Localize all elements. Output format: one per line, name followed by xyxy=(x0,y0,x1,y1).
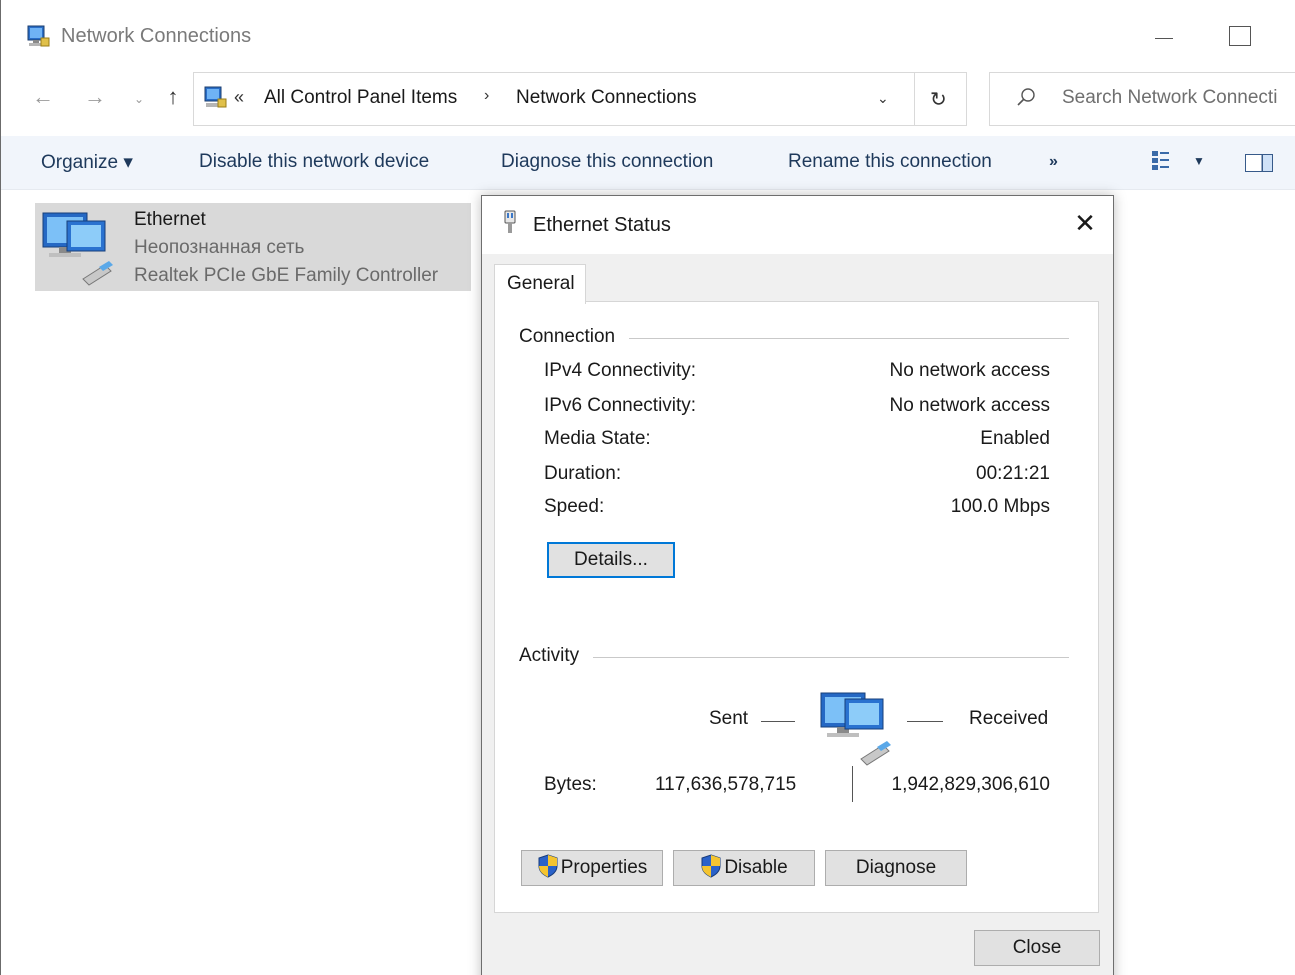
media-state-label: Media State: xyxy=(544,428,651,449)
address-divider xyxy=(914,73,915,125)
title-bar: Network Connections xyxy=(1,0,1295,70)
adapter-item-ethernet[interactable]: Ethernet Неопознанная сеть Realtek PCIe … xyxy=(35,203,471,291)
breadcrumb-control-panel[interactable]: All Control Panel Items xyxy=(264,87,457,109)
connection-heading: Connection xyxy=(519,326,630,348)
network-activity-icon xyxy=(820,692,891,766)
search-icon xyxy=(1017,88,1035,106)
dialog-title: Ethernet Status xyxy=(533,214,671,236)
address-dropdown-icon[interactable]: ⌄ xyxy=(877,90,889,107)
adapter-name: Ethernet xyxy=(134,209,206,230)
breadcrumb-overflow-icon[interactable]: « xyxy=(234,87,244,108)
details-button[interactable]: Details... xyxy=(547,542,675,578)
bytes-label: Bytes: xyxy=(544,774,597,795)
properties-button[interactable]: Properties xyxy=(521,850,663,886)
media-state-value: Enabled xyxy=(980,428,1050,449)
speed-label: Speed: xyxy=(544,496,605,517)
duration-value: 00:21:21 xyxy=(976,463,1050,484)
properties-button-label: Properties xyxy=(560,857,648,878)
ipv4-label: IPv4 Connectivity: xyxy=(544,360,697,381)
forward-arrow-icon[interactable]: → xyxy=(81,84,109,110)
preview-pane-icon[interactable] xyxy=(1245,154,1273,172)
dialog-title-bar: Ethernet Status ✕ xyxy=(482,196,1113,254)
refresh-icon[interactable]: ↻ xyxy=(930,87,947,112)
rename-connection-button[interactable]: Rename this connection xyxy=(788,151,992,173)
sent-label: Sent xyxy=(709,708,749,729)
recent-locations-chevron-icon[interactable]: ⌄ xyxy=(125,92,153,106)
up-arrow-icon[interactable]: ↑ xyxy=(159,84,187,110)
network-adapter-icon xyxy=(42,212,113,286)
breadcrumb-network-connections[interactable]: Network Connections xyxy=(516,87,697,109)
disable-button[interactable]: Disable xyxy=(673,850,815,886)
maximize-button[interactable] xyxy=(1229,26,1251,46)
control-panel-icon xyxy=(204,86,227,108)
bytes-received-value: 1,942,829,306,610 xyxy=(891,774,1051,795)
search-box[interactable]: Search Network Connecti xyxy=(989,72,1295,126)
minimize-button[interactable] xyxy=(1151,22,1179,50)
received-line xyxy=(907,721,943,722)
view-options-dropdown-icon[interactable]: ▼ xyxy=(1193,154,1205,168)
adapter-device-name: Realtek PCIe GbE Family Controller xyxy=(134,265,439,286)
command-bar: Organize ▾ Disable this network device D… xyxy=(1,136,1295,190)
general-tab-panel: Connection IPv4 Connectivity: No network… xyxy=(494,301,1099,913)
ipv6-label: IPv6 Connectivity: xyxy=(544,395,697,416)
window-title: Network Connections xyxy=(61,25,252,47)
ethernet-plug-icon xyxy=(504,210,516,233)
tab-general[interactable]: General xyxy=(494,264,586,304)
adapter-network-status: Неопознанная сеть xyxy=(134,237,305,258)
network-connections-icon xyxy=(27,25,50,47)
ipv4-value: No network access xyxy=(889,360,1050,381)
ethernet-status-dialog: Ethernet Status ✕ General Connection IPv… xyxy=(481,195,1114,975)
tab-general-label: General xyxy=(507,273,575,294)
close-icon[interactable]: ✕ xyxy=(1070,208,1100,239)
bytes-sent-value: 117,636,578,715 xyxy=(655,774,797,795)
diagnose-button[interactable]: Diagnose xyxy=(825,850,967,886)
disable-button-label: Disable xyxy=(724,857,788,878)
more-commands-icon[interactable]: » xyxy=(1049,153,1058,171)
close-button[interactable]: Close xyxy=(974,930,1100,966)
speed-value: 100.0 Mbps xyxy=(950,496,1050,517)
search-input[interactable]: Search Network Connecti xyxy=(1062,87,1294,109)
organize-menu[interactable]: Organize ▾ xyxy=(41,151,133,174)
breadcrumb-separator-icon[interactable]: › xyxy=(484,87,489,105)
address-bar[interactable]: « All Control Panel Items › Network Conn… xyxy=(193,72,967,126)
activity-group-line xyxy=(519,657,1069,658)
back-arrow-icon[interactable]: ← xyxy=(29,84,57,110)
received-label: Received xyxy=(969,708,1049,729)
ipv6-value: No network access xyxy=(889,395,1050,416)
navigation-bar: ← → ⌄ ↑ « All Control Panel Items › Netw… xyxy=(1,72,1295,126)
sent-line xyxy=(761,721,795,722)
diagnose-connection-button[interactable]: Diagnose this connection xyxy=(501,151,713,173)
change-view-icon[interactable] xyxy=(1151,150,1171,172)
bytes-divider xyxy=(852,766,853,802)
uac-shield-icon xyxy=(538,854,558,878)
activity-heading: Activity xyxy=(519,645,594,667)
duration-label: Duration: xyxy=(544,463,622,484)
uac-shield-icon xyxy=(701,854,721,878)
disable-device-button[interactable]: Disable this network device xyxy=(199,151,429,173)
